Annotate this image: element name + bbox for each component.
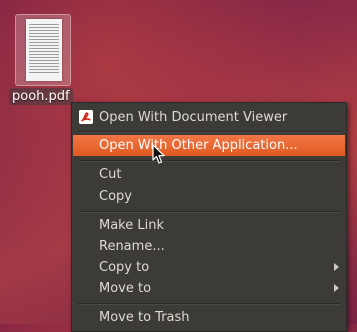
menu-item-label: Open With Other Application... — [99, 138, 298, 153]
mouse-pointer-icon — [152, 144, 165, 164]
menu-item-label: Move to — [99, 281, 152, 296]
pdf-thumbnail-icon — [15, 14, 71, 86]
submenu-arrow-icon — [334, 284, 339, 292]
menu-item-open-with-other-application[interactable]: Open With Other Application... — [73, 135, 345, 156]
menu-item-move-to[interactable]: Move to — [73, 278, 345, 299]
menu-item-rename[interactable]: Rename... — [73, 236, 345, 257]
menu-item-cut[interactable]: Cut — [73, 164, 345, 185]
desktop-file-pooh-pdf[interactable]: pooh.pdf — [8, 14, 78, 106]
menu-item-label: Open With Document Viewer — [99, 110, 288, 125]
menu-separator — [78, 303, 340, 305]
menu-item-make-link[interactable]: Make Link — [73, 215, 345, 236]
menu-item-label: Copy to — [99, 260, 150, 275]
file-name-label: pooh.pdf — [9, 88, 73, 105]
menu-separator — [78, 211, 340, 213]
menu-item-open-with-document-viewer[interactable]: Open With Document Viewer — [73, 107, 345, 128]
submenu-arrow-icon — [334, 263, 339, 271]
menu-item-label: Cut — [99, 167, 122, 182]
menu-item-move-to-trash[interactable]: Move to Trash — [73, 307, 345, 328]
context-menu: Open With Document Viewer Open With Othe… — [71, 102, 347, 332]
menu-item-label: Copy — [99, 189, 132, 204]
menu-separator — [78, 131, 340, 133]
menu-item-copy[interactable]: Copy — [73, 186, 345, 207]
menu-item-label: Rename... — [99, 239, 165, 254]
menu-item-label: Make Link — [99, 218, 164, 233]
menu-separator — [78, 160, 340, 162]
menu-item-label: Move to Trash — [99, 310, 190, 325]
document-viewer-icon — [79, 110, 93, 124]
menu-item-copy-to[interactable]: Copy to — [73, 257, 345, 278]
